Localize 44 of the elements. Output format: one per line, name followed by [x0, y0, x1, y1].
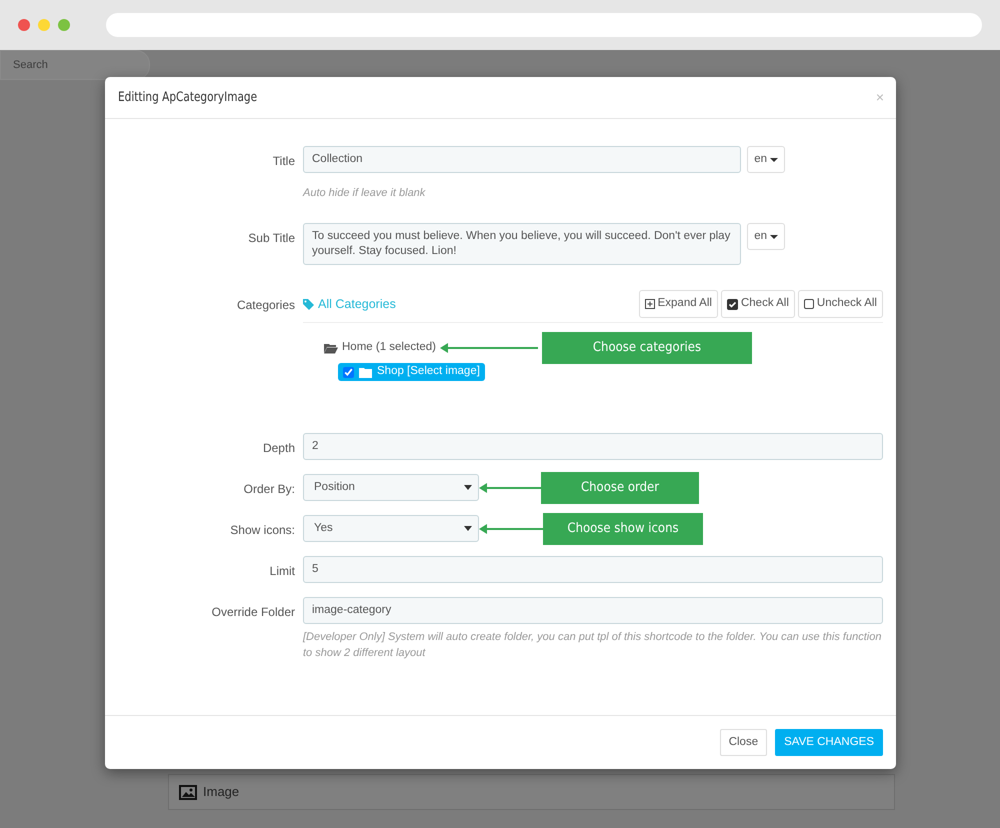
field-label: Sub Title — [247, 230, 296, 247]
help-text: [Developer Only] System will auto create folder, you can put tpl of this shortcode to the folder. You can use this function to show 2 different layout — [303, 630, 882, 661]
field-label: Categories — [236, 297, 296, 314]
tree-node-label[interactable]: Home (1 selected) — [342, 339, 436, 357]
uncheck-all-button[interactable]: Uncheck All — [798, 290, 883, 318]
arrow-icon — [479, 482, 541, 492]
checkbox[interactable] — [343, 366, 354, 378]
select-field[interactable]: Yes — [303, 515, 479, 542]
field-label: Order By: — [242, 481, 296, 498]
field-label: Limit — [268, 563, 296, 580]
title-field[interactable]: Collection — [303, 146, 742, 173]
subtitle-field[interactable]: To succeed you must believe. When you believe, you will succeed. Don't ever play yourself. Stay focused. Lion! — [303, 223, 742, 265]
close-dot — [18, 19, 30, 31]
callout-label: Choose show icons — [543, 512, 703, 544]
maximize-dot — [58, 19, 70, 31]
image-icon — [179, 784, 197, 800]
arrow-icon — [440, 343, 538, 353]
checkbox-icon — [804, 299, 814, 309]
image-label: Image — [203, 783, 240, 802]
check-all-button[interactable]: Check All — [720, 290, 795, 318]
field-label: Depth — [262, 440, 296, 457]
expand-icon — [644, 299, 655, 309]
close-button[interactable]: Close — [720, 729, 768, 756]
language-dropdown[interactable]: en — [747, 223, 785, 250]
callout-label: Choose order — [541, 472, 699, 504]
input-field[interactable]: 2 — [303, 433, 883, 460]
field-label: Show icons: — [229, 522, 296, 539]
input-field[interactable]: 5 — [303, 556, 883, 583]
input-field[interactable]: image-category — [303, 597, 883, 624]
help-text: Auto hide if leave it blank — [303, 186, 426, 201]
arrow-icon — [479, 524, 543, 534]
field-label: Title — [272, 153, 296, 170]
expand-all-button[interactable]: Expand All — [638, 290, 718, 318]
tag-icon — [303, 298, 314, 310]
callout-label: Choose categories — [542, 332, 752, 364]
select-field[interactable]: Position — [303, 474, 479, 501]
caret-icon — [464, 526, 472, 531]
modal-title: Editting ApCategoryImage — [118, 88, 258, 107]
language-dropdown[interactable]: en — [747, 146, 785, 173]
checkbox-icon — [726, 298, 738, 310]
field-label: Override Folder — [210, 604, 296, 621]
caret-icon — [464, 485, 472, 490]
minimize-dot — [38, 19, 50, 31]
folder-icon — [359, 366, 372, 378]
